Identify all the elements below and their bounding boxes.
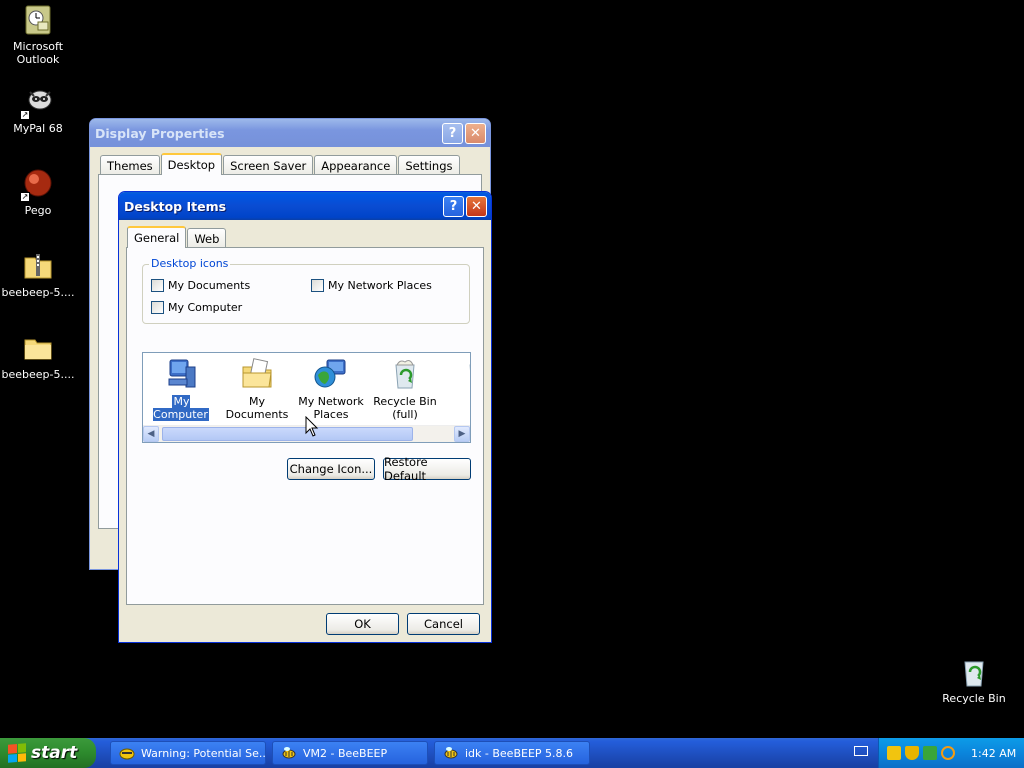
desktop-icon-beebeep-folder[interactable]: beebeep-5....	[0, 332, 76, 381]
shortcut-arrow-icon: ↗	[20, 192, 30, 202]
tab-appearance[interactable]: Appearance	[314, 155, 398, 175]
pego-icon: ↗	[20, 168, 54, 202]
my-network-places-checkbox[interactable]: My Network Places	[311, 279, 432, 292]
cancel-button[interactable]: Cancel	[407, 613, 480, 635]
desktop-icon-recycle-bin[interactable]: Recycle Bin	[936, 656, 1012, 705]
desktop-icon-beebeep-zip[interactable]: beebeep-5....	[0, 250, 76, 299]
list-item-network-places[interactable]: My Network Places	[295, 357, 367, 421]
keyboard-icon[interactable]	[854, 746, 868, 756]
desktop-items-titlebar[interactable]: Desktop Items ? ✕	[119, 192, 491, 220]
taskbar-item-label: Warning: Potential Se...	[141, 746, 266, 760]
warning-icon	[119, 745, 135, 761]
display-properties-tabs: Themes Desktop Screen Saver Appearance S…	[100, 153, 461, 175]
recycle-bin-icon	[958, 656, 990, 688]
beebeep-icon	[443, 745, 459, 761]
my-computer-icon	[164, 357, 198, 391]
windows-logo-icon	[8, 743, 26, 763]
list-item-my-documents[interactable]: My Documents	[221, 357, 293, 421]
display-properties-titlebar[interactable]: Display Properties ? ✕	[90, 119, 490, 147]
desktop-icon-pego[interactable]: ↗ Pego	[0, 168, 76, 217]
start-label: start	[31, 743, 78, 763]
list-item-label: My Network	[298, 395, 364, 408]
list-item-label-line2: (full)	[392, 408, 418, 421]
desktop-icon-label: Recycle Bin	[942, 692, 1006, 705]
taskbar-item-warning[interactable]: Warning: Potential Se...	[110, 741, 266, 765]
list-item-label: My Documents	[225, 395, 289, 421]
mypal-icon: ↗	[20, 86, 54, 120]
desktop-icon-label: MyPal 68	[13, 122, 63, 135]
change-icon-button[interactable]: Change Icon...	[287, 458, 375, 480]
desktop-icon-label: beebeep-5....	[1, 368, 75, 381]
beebeep-icon	[281, 745, 297, 761]
scroll-thumb[interactable]	[162, 427, 413, 441]
taskbar-item-label: idk - BeeBEEP 5.8.6	[465, 746, 574, 760]
tab-screen-saver[interactable]: Screen Saver	[223, 155, 314, 175]
checkbox-label: My Computer	[168, 301, 243, 314]
tab-desktop[interactable]: Desktop	[160, 153, 223, 175]
taskbar: start Warning: Potential Se... VM2 - Bee…	[0, 738, 1024, 768]
group-legend: Desktop icons	[149, 257, 231, 270]
desktop-icon-label: Pego	[24, 204, 52, 217]
list-item-recycle-bin-full[interactable]: Recycle Bin (full)	[369, 357, 441, 421]
scroll-right-icon[interactable]: ▶	[454, 426, 470, 442]
desktop-icon-mypal[interactable]: ↗ MyPal 68	[0, 86, 76, 135]
my-computer-checkbox[interactable]: My Computer	[151, 301, 242, 314]
zip-folder-icon	[22, 250, 54, 282]
folder-icon	[22, 332, 54, 364]
checkbox-box[interactable]	[151, 301, 164, 314]
checkbox-label: My Documents	[168, 279, 251, 292]
checkbox-label: My Network Places	[328, 279, 432, 292]
search-tray-icon[interactable]	[941, 746, 955, 760]
close-button[interactable]: ✕	[466, 195, 487, 217]
network-places-icon	[314, 357, 348, 391]
help-button[interactable]: ?	[442, 122, 463, 144]
list-item-my-computer[interactable]: My Computer	[145, 357, 217, 422]
tab-general[interactable]: General	[127, 226, 187, 248]
beebeep-tray-icon[interactable]	[887, 746, 901, 760]
mouse-cursor-icon	[305, 416, 319, 437]
close-button[interactable]: ✕	[465, 122, 486, 144]
security-shield-icon[interactable]	[905, 746, 919, 760]
start-button[interactable]: start	[0, 738, 96, 768]
checkbox-box[interactable]	[151, 279, 164, 292]
taskbar-item-idk[interactable]: idk - BeeBEEP 5.8.6	[434, 741, 590, 765]
network-tray-icon[interactable]	[923, 746, 937, 760]
desktop-icon-label: beebeep-5....	[1, 286, 75, 299]
window-title: Display Properties	[95, 125, 225, 141]
restore-default-button[interactable]: Restore Default	[383, 455, 471, 483]
desktop-icon-outlook[interactable]: Microsoft Outlook	[0, 4, 76, 66]
clock[interactable]: 1:42 AM	[971, 747, 1016, 760]
desktop-icons-group: Desktop icons My Documents My Network Pl…	[142, 257, 470, 324]
desktop-icon-label: Microsoft Outlook	[12, 40, 64, 66]
scroll-left-icon[interactable]: ◀	[143, 426, 159, 442]
taskbar-item-vm2[interactable]: VM2 - BeeBEEP	[272, 741, 428, 765]
ok-button[interactable]: OK	[326, 613, 399, 635]
tab-settings[interactable]: Settings	[398, 155, 460, 175]
my-documents-checkbox[interactable]: My Documents	[151, 279, 250, 292]
list-item-recycle-bin-empty[interactable]: Re (	[443, 357, 470, 421]
tab-themes[interactable]: Themes	[100, 155, 160, 175]
shortcut-arrow-icon: ↗	[20, 110, 30, 120]
list-item-label: Recycle Bin	[373, 395, 437, 408]
my-documents-icon	[240, 357, 274, 391]
help-button[interactable]: ?	[443, 195, 464, 217]
list-item-label: My Computer	[152, 394, 210, 422]
recycle-bin-full-icon	[388, 357, 422, 391]
outlook-icon	[22, 4, 54, 36]
desktop-items-tabs: General Web	[127, 226, 227, 248]
tab-web[interactable]: Web	[187, 228, 227, 248]
taskbar-item-label: VM2 - BeeBEEP	[303, 746, 388, 760]
dialog-title: Desktop Items	[124, 198, 227, 214]
system-tray: 1:42 AM	[878, 738, 1024, 768]
recycle-bin-empty-icon	[462, 357, 470, 391]
checkbox-box[interactable]	[311, 279, 324, 292]
